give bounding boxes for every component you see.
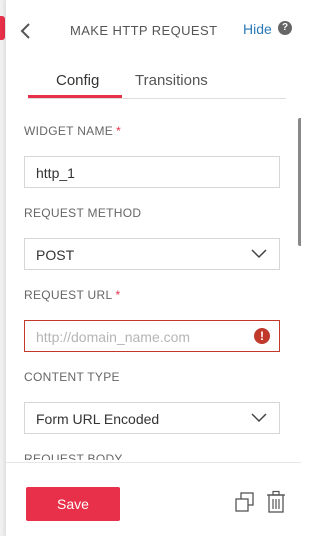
request-method-value: POST [36, 247, 75, 263]
request-body-label-text: REQUEST BODY [24, 452, 123, 460]
content-type-select[interactable]: Form URL Encoded [24, 402, 280, 434]
copy-icon[interactable] [234, 491, 256, 513]
request-method-select[interactable]: POST [24, 238, 280, 270]
widget-name-value: http_1 [36, 165, 75, 181]
panel-header: MAKE HTTP REQUEST Hide ? [6, 0, 301, 58]
widget-name-label-text: WIDGET NAME [24, 124, 114, 138]
required-marker: * [115, 288, 121, 302]
content-type-label: CONTENT TYPE [24, 370, 120, 384]
panel-footer: Save [6, 462, 301, 536]
chevron-down-icon [251, 249, 267, 259]
help-icon[interactable]: ? [278, 21, 292, 35]
request-url-placeholder: http://domain_name.com [36, 329, 191, 345]
tab-transitions[interactable]: Transitions [135, 72, 208, 89]
back-button[interactable] [18, 20, 34, 42]
widget-config-panel: MAKE HTTP REQUEST Hide ? Config Transiti… [5, 0, 301, 536]
panel-title: MAKE HTTP REQUEST [70, 23, 218, 38]
active-tab-indicator [28, 95, 122, 98]
request-url-label: REQUEST URL * [24, 288, 120, 302]
request-body-label: REQUEST BODY [24, 452, 123, 460]
content-type-label-text: CONTENT TYPE [24, 370, 120, 384]
hide-link[interactable]: Hide [243, 21, 272, 37]
config-form: WIDGET NAME * http_1 REQUEST METHOD POST … [6, 100, 301, 460]
trash-icon[interactable] [265, 490, 287, 514]
content-type-value: Form URL Encoded [36, 411, 160, 427]
panel-scrollbar[interactable] [298, 118, 301, 246]
save-button[interactable]: Save [26, 487, 120, 521]
page: MAKE HTTP REQUEST Hide ? Config Transiti… [0, 0, 301, 536]
widget-name-input[interactable]: http_1 [24, 156, 280, 188]
back-chevron-icon [20, 23, 30, 39]
request-url-label-text: REQUEST URL [24, 288, 113, 302]
chevron-down-icon [251, 413, 267, 423]
tab-bar: Config Transitions [28, 62, 286, 99]
error-icon: ! [254, 328, 270, 344]
request-url-input[interactable]: http://domain_name.com ! [24, 320, 280, 352]
tab-config[interactable]: Config [56, 72, 99, 89]
request-method-label-text: REQUEST METHOD [24, 206, 142, 220]
required-marker: * [116, 124, 122, 138]
request-method-label: REQUEST METHOD [24, 206, 141, 220]
widget-name-label: WIDGET NAME * [24, 124, 121, 138]
